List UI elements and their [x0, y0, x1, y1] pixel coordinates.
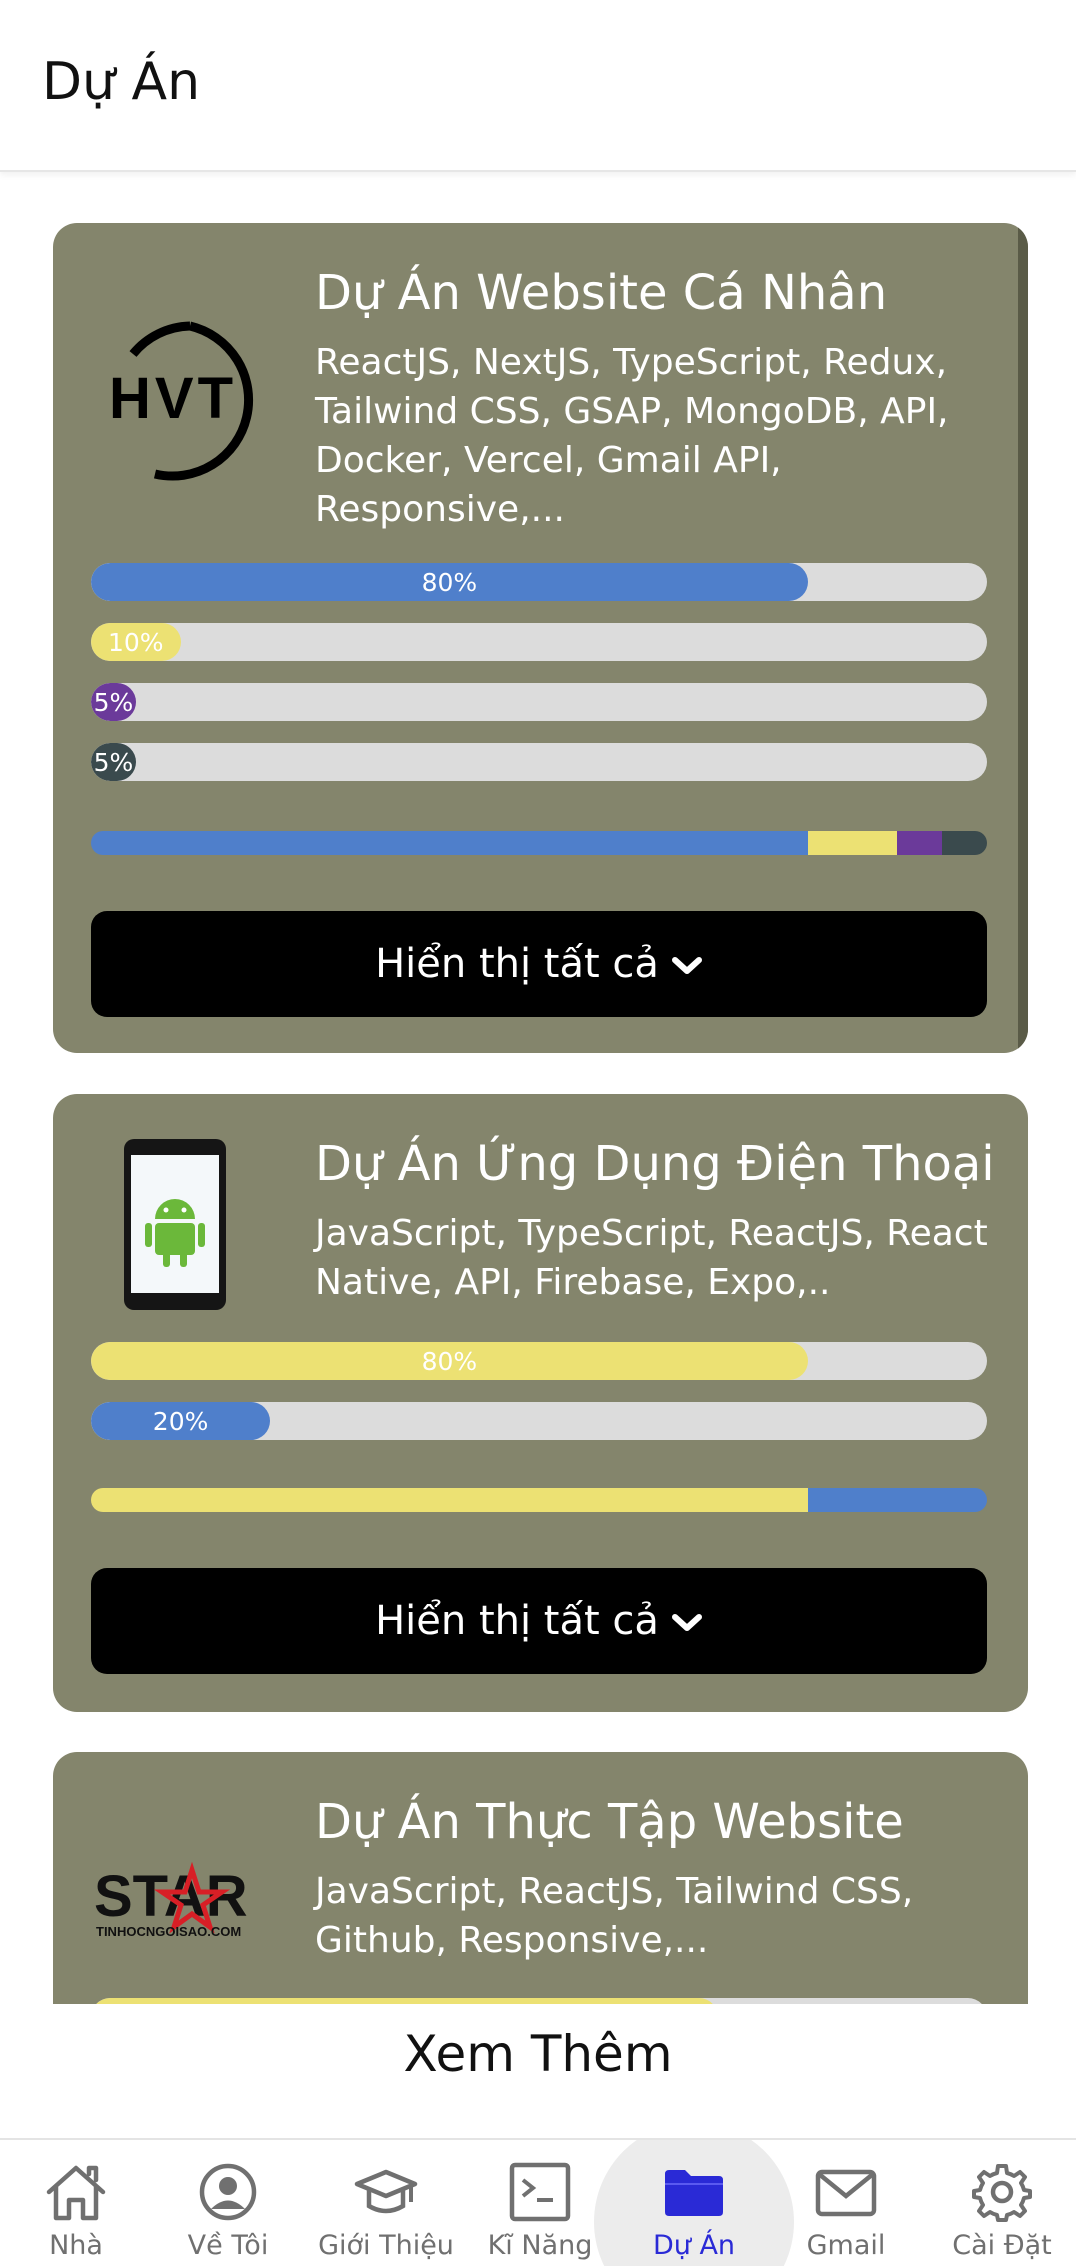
progress-fill: 5% [91, 743, 136, 781]
progress-bar: 80% [91, 1342, 987, 1380]
star-logo-subtext: TINHOCNGOISAO.COM [96, 1924, 241, 1939]
progress-fill: 10% [91, 623, 181, 661]
android-phone-icon [85, 1134, 265, 1314]
nav-label: Về Tôi [187, 2230, 269, 2261]
nav-label: Nhà [49, 2230, 103, 2261]
bottom-navigation: Nhà Về Tôi Giới Thiệu Kĩ Năng Dự Án Gmai… [0, 2138, 1076, 2266]
gear-icon [972, 2162, 1032, 2222]
segment [807, 831, 898, 855]
nav-item-introduction[interactable]: Giới Thiệu [316, 2140, 456, 2266]
progress-bar: 10% [91, 623, 987, 661]
project-tech-stack: JavaScript, TypeScript, ReactJS, React N… [315, 1213, 988, 1303]
nav-label: Dự Án [652, 2230, 736, 2261]
show-all-button[interactable]: Hiển thị tất cả [91, 1568, 987, 1674]
home-icon [43, 2162, 109, 2222]
nav-label: Gmail [806, 2230, 886, 2261]
chevron-down-icon [671, 941, 703, 987]
combined-progress-bar [91, 831, 987, 855]
progress-bar: 80% [91, 563, 987, 601]
segment [91, 831, 808, 855]
page-title: Dự Án [42, 52, 201, 112]
nav-label: Kĩ Năng [487, 2230, 593, 2261]
chevron-down-icon [671, 1598, 703, 1644]
nav-item-gmail[interactable]: Gmail [790, 2140, 902, 2266]
project-title: Dự Án Website Cá Nhân [315, 265, 888, 321]
progress-fill: 20% [91, 1402, 271, 1440]
projects-list[interactable]: HVT Dự Án Website Cá Nhân ReactJS, NextJ… [0, 174, 1076, 2004]
nav-item-about[interactable]: Về Tôi [172, 2140, 284, 2266]
hvt-logo: HVT [85, 309, 265, 489]
user-icon [198, 2162, 258, 2222]
segment [91, 1488, 808, 1512]
progress-bar: 5% [91, 683, 987, 721]
project-tech-stack: ReactJS, NextJS, TypeScript, Redux, Tail… [315, 342, 949, 530]
terminal-icon [509, 2162, 571, 2222]
segment [942, 831, 987, 855]
project-card-mobile-app[interactable]: Dự Án Ứng Dụng Điện Thoại JavaScript, Ty… [53, 1094, 1028, 1712]
progress-bar: 20% [91, 1402, 987, 1440]
progress-fill: 80% [91, 563, 808, 601]
nav-label: Cài Đặt [952, 2230, 1052, 2261]
progress-bar: 5% [91, 743, 987, 781]
combined-progress-bar [91, 1488, 987, 1512]
show-all-label: Hiển thị tất cả [375, 1598, 659, 1644]
show-all-label: Hiển thị tất cả [375, 941, 659, 987]
app-header: Dự Án [0, 0, 1076, 172]
folder-icon [661, 2162, 727, 2222]
project-card-personal-website[interactable]: HVT Dự Án Website Cá Nhân ReactJS, NextJ… [53, 223, 1028, 1053]
nav-item-skills[interactable]: Kĩ Năng [480, 2140, 600, 2266]
scrollbar-thumb[interactable] [1018, 223, 1028, 1053]
hvt-logo-text: HVT [109, 366, 237, 431]
project-tech-stack: JavaScript, ReactJS, Tailwind CSS, Githu… [315, 1871, 914, 1961]
nav-label: Giới Thiệu [318, 2230, 454, 2261]
nav-item-settings[interactable]: Cài Đặt [940, 2140, 1064, 2266]
progress-fill: 5% [91, 683, 136, 721]
see-more-button[interactable]: Xem Thêm [0, 2004, 1076, 2104]
project-title: Dự Án Ứng Dụng Điện Thoại [315, 1136, 995, 1192]
project-card-internship-website[interactable]: STAR TINHOCNGOISAO.COM Dự Án Thực Tập We… [53, 1752, 1028, 2004]
segment [897, 831, 943, 855]
progress-fill: 80% [91, 1342, 808, 1380]
star-logo: STAR TINHOCNGOISAO.COM [85, 1812, 265, 1992]
show-all-button[interactable]: Hiển thị tất cả [91, 911, 987, 1017]
nav-item-home[interactable]: Nhà [20, 2140, 132, 2266]
nav-item-projects[interactable]: Dự Án [634, 2140, 754, 2266]
segment [807, 1488, 987, 1512]
project-title: Dự Án Thực Tập Website [315, 1794, 904, 1850]
graduation-cap-icon [353, 2162, 419, 2222]
mail-icon [815, 2162, 877, 2222]
